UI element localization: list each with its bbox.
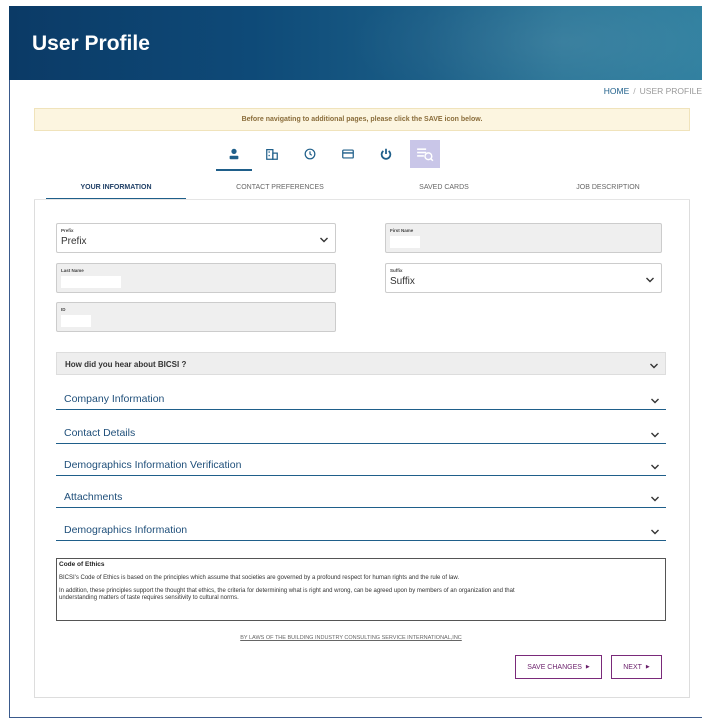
- save-changes-label: SAVE CHANGES: [527, 663, 582, 671]
- tab-your-information[interactable]: YOUR INFORMATION: [34, 180, 198, 200]
- arrow-right-icon: ▶: [585, 664, 590, 670]
- suffix-value: Suffix: [390, 276, 415, 287]
- breadcrumb-current: USER PROFILE: [639, 86, 702, 96]
- last-name-value: [61, 276, 121, 288]
- building-icon[interactable]: [258, 140, 286, 168]
- chevron-down-icon: [650, 363, 658, 369]
- first-name-label: First Name: [390, 228, 414, 233]
- person-icon[interactable]: [216, 140, 252, 171]
- id-field[interactable]: ID: [56, 302, 336, 332]
- accordion-demographics-information[interactable]: Demographics Information: [56, 520, 666, 541]
- hear-about-bicsi-label: How did you hear about BICSI ?: [65, 360, 187, 369]
- accordion-attachments[interactable]: Attachments: [56, 487, 666, 508]
- bylaws-link[interactable]: BY LAWS OF THE BUILDING INDUSTRY CONSULT…: [0, 635, 702, 641]
- accordion-title: Attachments: [64, 491, 123, 503]
- code-of-ethics-box: Code of Ethics BICSI's Code of Ethics is…: [56, 558, 666, 621]
- chevron-down-icon: [320, 237, 328, 243]
- job-description-icon[interactable]: [410, 140, 440, 168]
- chevron-down-icon: [646, 277, 654, 283]
- page-title: User Profile: [32, 32, 150, 55]
- last-name-field[interactable]: Last Name: [56, 263, 336, 293]
- code-of-ethics-paragraph: understanding matters of taste requires …: [59, 595, 239, 601]
- code-of-ethics-heading: Code of Ethics: [59, 561, 105, 568]
- suffix-label: Suffix: [390, 268, 403, 273]
- prefix-label: Prefix: [61, 228, 74, 233]
- power-icon[interactable]: [372, 140, 400, 168]
- save-changes-button[interactable]: SAVE CHANGES ▶: [515, 655, 602, 679]
- code-of-ethics-paragraph: In addition, these principles support th…: [59, 588, 515, 594]
- id-value: [61, 315, 91, 327]
- arrow-right-icon: ▶: [645, 664, 650, 670]
- accordion-demographics-verification[interactable]: Demographics Information Verification: [56, 455, 666, 476]
- chevron-down-icon: [651, 496, 659, 502]
- tab-contact-preferences[interactable]: CONTACT PREFERENCES: [198, 180, 362, 200]
- next-button[interactable]: NEXT ▶: [611, 655, 662, 679]
- first-name-value: [390, 236, 420, 248]
- chevron-down-icon: [651, 464, 659, 470]
- breadcrumb: HOME / USER PROFILE: [604, 86, 702, 96]
- prefix-value: Prefix: [61, 236, 87, 247]
- last-name-label: Last Name: [61, 268, 84, 273]
- next-label: NEXT: [623, 663, 642, 671]
- profile-tabs: YOUR INFORMATION CONTACT PREFERENCES SAV…: [34, 180, 690, 200]
- first-name-field[interactable]: First Name: [385, 223, 662, 253]
- chevron-down-icon: [651, 398, 659, 404]
- accordion-company-information[interactable]: Company Information: [56, 389, 666, 410]
- tab-saved-cards[interactable]: SAVED CARDS: [362, 180, 526, 200]
- breadcrumb-home-link[interactable]: HOME: [604, 86, 630, 96]
- credit-card-icon[interactable]: [334, 140, 362, 168]
- tab-job-description[interactable]: JOB DESCRIPTION: [526, 180, 690, 200]
- chevron-down-icon: [651, 432, 659, 438]
- accordion-title: Company Information: [64, 393, 165, 405]
- accordion-title: Demographics Information Verification: [64, 459, 242, 471]
- history-icon[interactable]: [296, 140, 324, 168]
- breadcrumb-separator: /: [633, 86, 636, 96]
- save-notice-banner: Before navigating to additional pages, p…: [34, 108, 690, 131]
- accordion-contact-details[interactable]: Contact Details: [56, 423, 666, 444]
- suffix-select[interactable]: Suffix Suffix: [385, 263, 662, 293]
- accordion-title: Demographics Information: [64, 524, 188, 536]
- chevron-down-icon: [651, 529, 659, 535]
- page-header-banner: User Profile: [9, 6, 702, 80]
- accordion-title: Contact Details: [64, 427, 136, 439]
- prefix-select[interactable]: Prefix Prefix: [56, 223, 336, 253]
- id-label: ID: [61, 307, 66, 312]
- code-of-ethics-paragraph: BICSI's Code of Ethics is based on the p…: [59, 575, 460, 581]
- hear-about-bicsi-dropdown[interactable]: How did you hear about BICSI ?: [56, 352, 666, 375]
